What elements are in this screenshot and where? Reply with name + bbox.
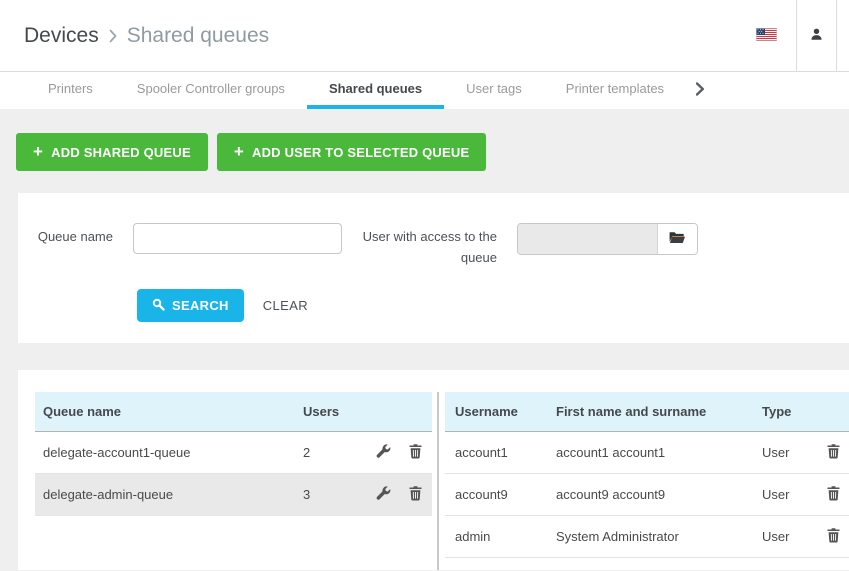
results-panel: Queue name Users delegate-account1-queue… — [18, 370, 849, 570]
breadcrumb-devices[interactable]: Devices — [24, 24, 99, 48]
users-table-header: Username First name and surname Type — [445, 392, 849, 432]
search-button[interactable]: SEARCH — [137, 289, 244, 322]
trash-icon — [409, 485, 422, 504]
remove-user-button[interactable] — [825, 442, 842, 464]
language-flag-button[interactable] — [736, 0, 796, 71]
user-menu-button[interactable] — [796, 0, 837, 71]
user-access-input — [518, 224, 657, 254]
wrench-icon — [376, 443, 391, 462]
tab-user-tags[interactable]: User tags — [444, 72, 544, 109]
chevron-right-icon — [109, 29, 117, 43]
trash-icon — [409, 443, 422, 462]
queue-users-cell: 2 — [303, 445, 311, 460]
app-header: Devices Shared queues — [0, 0, 849, 72]
queues-table: Queue name Users delegate-account1-queue… — [35, 392, 432, 516]
plus-icon: + — [33, 142, 44, 161]
type-cell: User — [762, 487, 790, 502]
fullname-column-header: First name and surname — [556, 404, 707, 419]
queue-row[interactable]: delegate-account1-queue 2 — [35, 432, 432, 474]
folder-open-icon — [669, 231, 686, 247]
username-cell: account9 — [455, 487, 508, 502]
add-user-to-selected-queue-button[interactable]: + ADD USER TO SELECTED QUEUE — [216, 133, 487, 171]
search-actions-row: SEARCH CLEAR — [137, 289, 849, 322]
tab-bar: Printers Spooler Controller groups Share… — [0, 72, 849, 109]
delete-queue-button[interactable] — [407, 484, 424, 506]
remove-user-button[interactable] — [825, 484, 842, 506]
username-column-header: Username — [455, 404, 518, 419]
search-icon — [152, 298, 165, 314]
queue-name-input[interactable] — [133, 223, 342, 254]
breadcrumb-current-page: Shared queues — [126, 23, 270, 47]
user-row[interactable]: admin System Administrator User — [445, 516, 849, 558]
header-spacer — [837, 0, 849, 71]
chevron-right-icon — [695, 82, 705, 99]
tab-printers[interactable]: Printers — [26, 72, 115, 109]
search-button-label: SEARCH — [172, 298, 229, 313]
users-table: Username First name and surname Type acc… — [437, 392, 849, 570]
action-toolbar: + ADD SHARED QUEUE + ADD USER TO SELECTE… — [0, 133, 849, 171]
breadcrumb: Devices Shared queues — [0, 0, 736, 71]
tab-printer-templates[interactable]: Printer templates — [544, 72, 686, 109]
trash-icon — [827, 527, 840, 546]
type-cell: User — [762, 445, 790, 460]
add-shared-queue-button[interactable]: + ADD SHARED QUEUE — [16, 133, 208, 171]
remove-user-button[interactable] — [825, 526, 842, 548]
user-access-input-group — [517, 223, 698, 255]
trash-icon — [827, 443, 840, 462]
type-column-header: Type — [762, 404, 792, 419]
tab-shared-queues[interactable]: Shared queues — [306, 72, 445, 109]
queue-name-cell: delegate-account1-queue — [43, 445, 191, 460]
username-cell: account1 — [455, 445, 508, 460]
user-icon — [809, 27, 824, 45]
wrench-icon — [376, 485, 391, 504]
trash-icon — [827, 485, 840, 504]
add-user-label: ADD USER TO SELECTED QUEUE — [252, 144, 470, 160]
fullname-cell: account9 account9 — [556, 487, 666, 502]
tab-spooler-controller-groups[interactable]: Spooler Controller groups — [115, 72, 307, 109]
username-cell: admin — [455, 529, 491, 544]
queue-name-column-header: Queue name — [43, 404, 122, 419]
edit-queue-button[interactable] — [374, 484, 393, 506]
users-column-header: Users — [303, 404, 340, 419]
tabs-overflow-button[interactable] — [686, 72, 714, 109]
queue-row-selected[interactable]: delegate-admin-queue 3 — [35, 474, 432, 516]
add-shared-queue-label: ADD SHARED QUEUE — [51, 144, 191, 160]
plus-icon: + — [233, 142, 244, 161]
fullname-cell: System Administrator — [556, 529, 679, 544]
clear-button[interactable]: CLEAR — [263, 298, 308, 313]
queues-table-header: Queue name Users — [35, 392, 432, 432]
edit-queue-button[interactable] — [374, 442, 393, 464]
type-cell: User — [762, 529, 790, 544]
user-row[interactable]: account1 account1 account1 User — [445, 432, 849, 474]
fullname-cell: account1 account1 — [556, 445, 666, 460]
browse-users-button[interactable] — [657, 224, 697, 254]
user-row[interactable]: account9 account9 account9 User — [445, 474, 849, 516]
us-flag-icon — [755, 27, 777, 44]
queue-name-label: Queue name — [37, 229, 113, 244]
search-panel: Queue name User with access to the queue — [18, 193, 849, 343]
page-content: + ADD SHARED QUEUE + ADD USER TO SELECTE… — [0, 109, 849, 570]
user-access-label: User with access to the queue — [362, 229, 497, 265]
delete-queue-button[interactable] — [407, 442, 424, 464]
queue-name-cell: delegate-admin-queue — [43, 487, 174, 502]
queue-users-cell: 3 — [303, 487, 311, 502]
search-form-row: Queue name User with access to the queue — [18, 193, 849, 268]
